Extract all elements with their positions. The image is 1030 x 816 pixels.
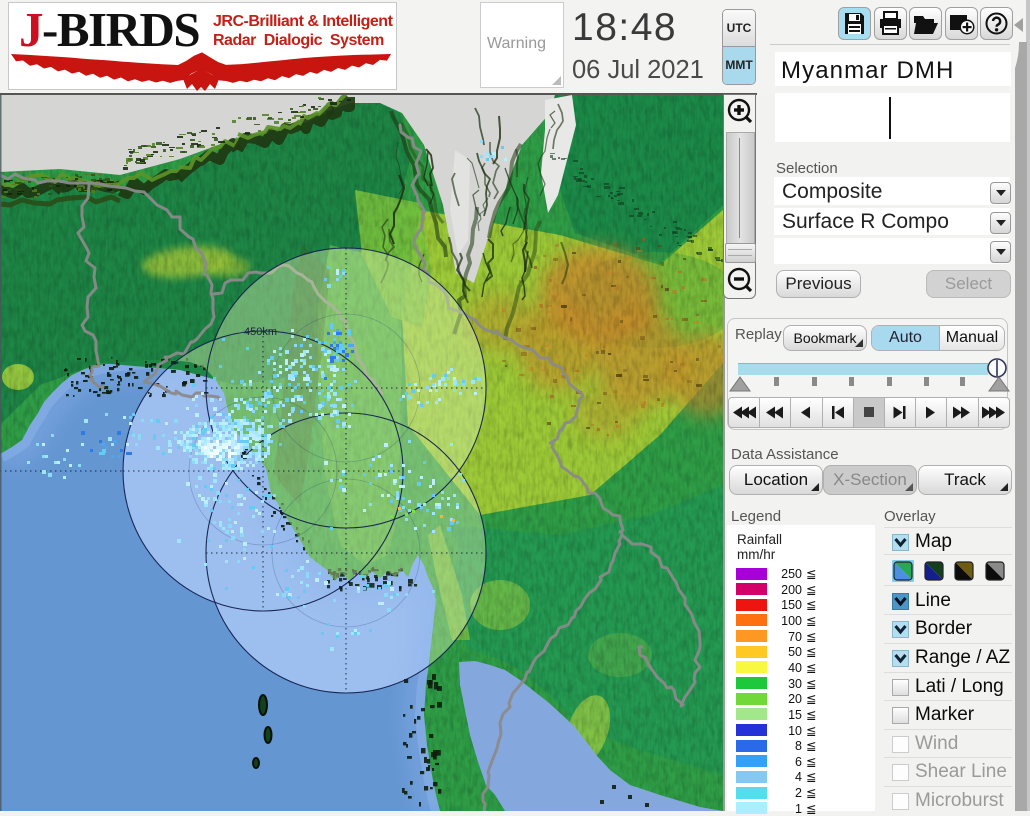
svg-text:450km: 450km	[244, 326, 277, 338]
